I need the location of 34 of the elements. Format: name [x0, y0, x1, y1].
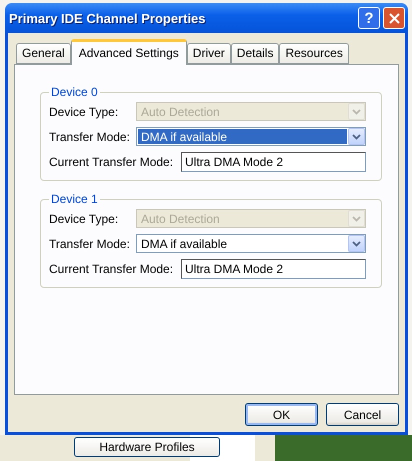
- background-button[interactable]: Hardware Profiles: [74, 437, 220, 457]
- tab[interactable]: Driver: [186, 43, 231, 64]
- dropdown-value: Auto Detection: [140, 211, 221, 226]
- close-button[interactable]: [383, 7, 405, 29]
- tab[interactable]: Resources: [279, 43, 349, 64]
- chevron-icon: [352, 134, 361, 140]
- field-label: Current Transfer Mode:: [49, 155, 174, 169]
- field-label: Transfer Mode:: [49, 130, 131, 144]
- field-label: Device Type:: [49, 104, 120, 118]
- chevron-icon: [352, 216, 361, 222]
- field-label: Device Type:: [49, 212, 120, 226]
- tab[interactable]: Details: [230, 43, 280, 64]
- dropdown[interactable]: DMA if available: [136, 127, 366, 146]
- field-label: Transfer Mode:: [49, 236, 131, 250]
- tab[interactable]: General: [16, 43, 71, 64]
- dropdown-arrow-button[interactable]: [348, 235, 365, 252]
- chevron-icon: [352, 240, 361, 246]
- help-button[interactable]: ?: [358, 7, 380, 29]
- text-field[interactable]: Ultra DMA Mode 2: [181, 259, 366, 279]
- dropdown-value: DMA if available: [140, 236, 228, 251]
- dialog-button[interactable]: OK: [245, 403, 318, 426]
- group-title: Device 0: [50, 85, 99, 99]
- field-label: Current Transfer Mode:: [49, 262, 174, 276]
- dialog-button[interactable]: Cancel: [326, 403, 399, 426]
- dropdown-value: DMA if available: [138, 129, 347, 144]
- dropdown-arrow-button[interactable]: [348, 128, 365, 145]
- text-field[interactable]: Ultra DMA Mode 2: [181, 152, 366, 172]
- dropdown[interactable]: DMA if available: [136, 234, 366, 253]
- window-title: Primary IDE Channel Properties: [9, 10, 207, 26]
- dropdown-value: Auto Detection: [140, 104, 221, 119]
- chevron-icon: [352, 108, 361, 114]
- group-title: Device 1: [50, 192, 99, 206]
- close-icon: [388, 12, 400, 24]
- tab[interactable]: Advanced Settings: [70, 39, 187, 65]
